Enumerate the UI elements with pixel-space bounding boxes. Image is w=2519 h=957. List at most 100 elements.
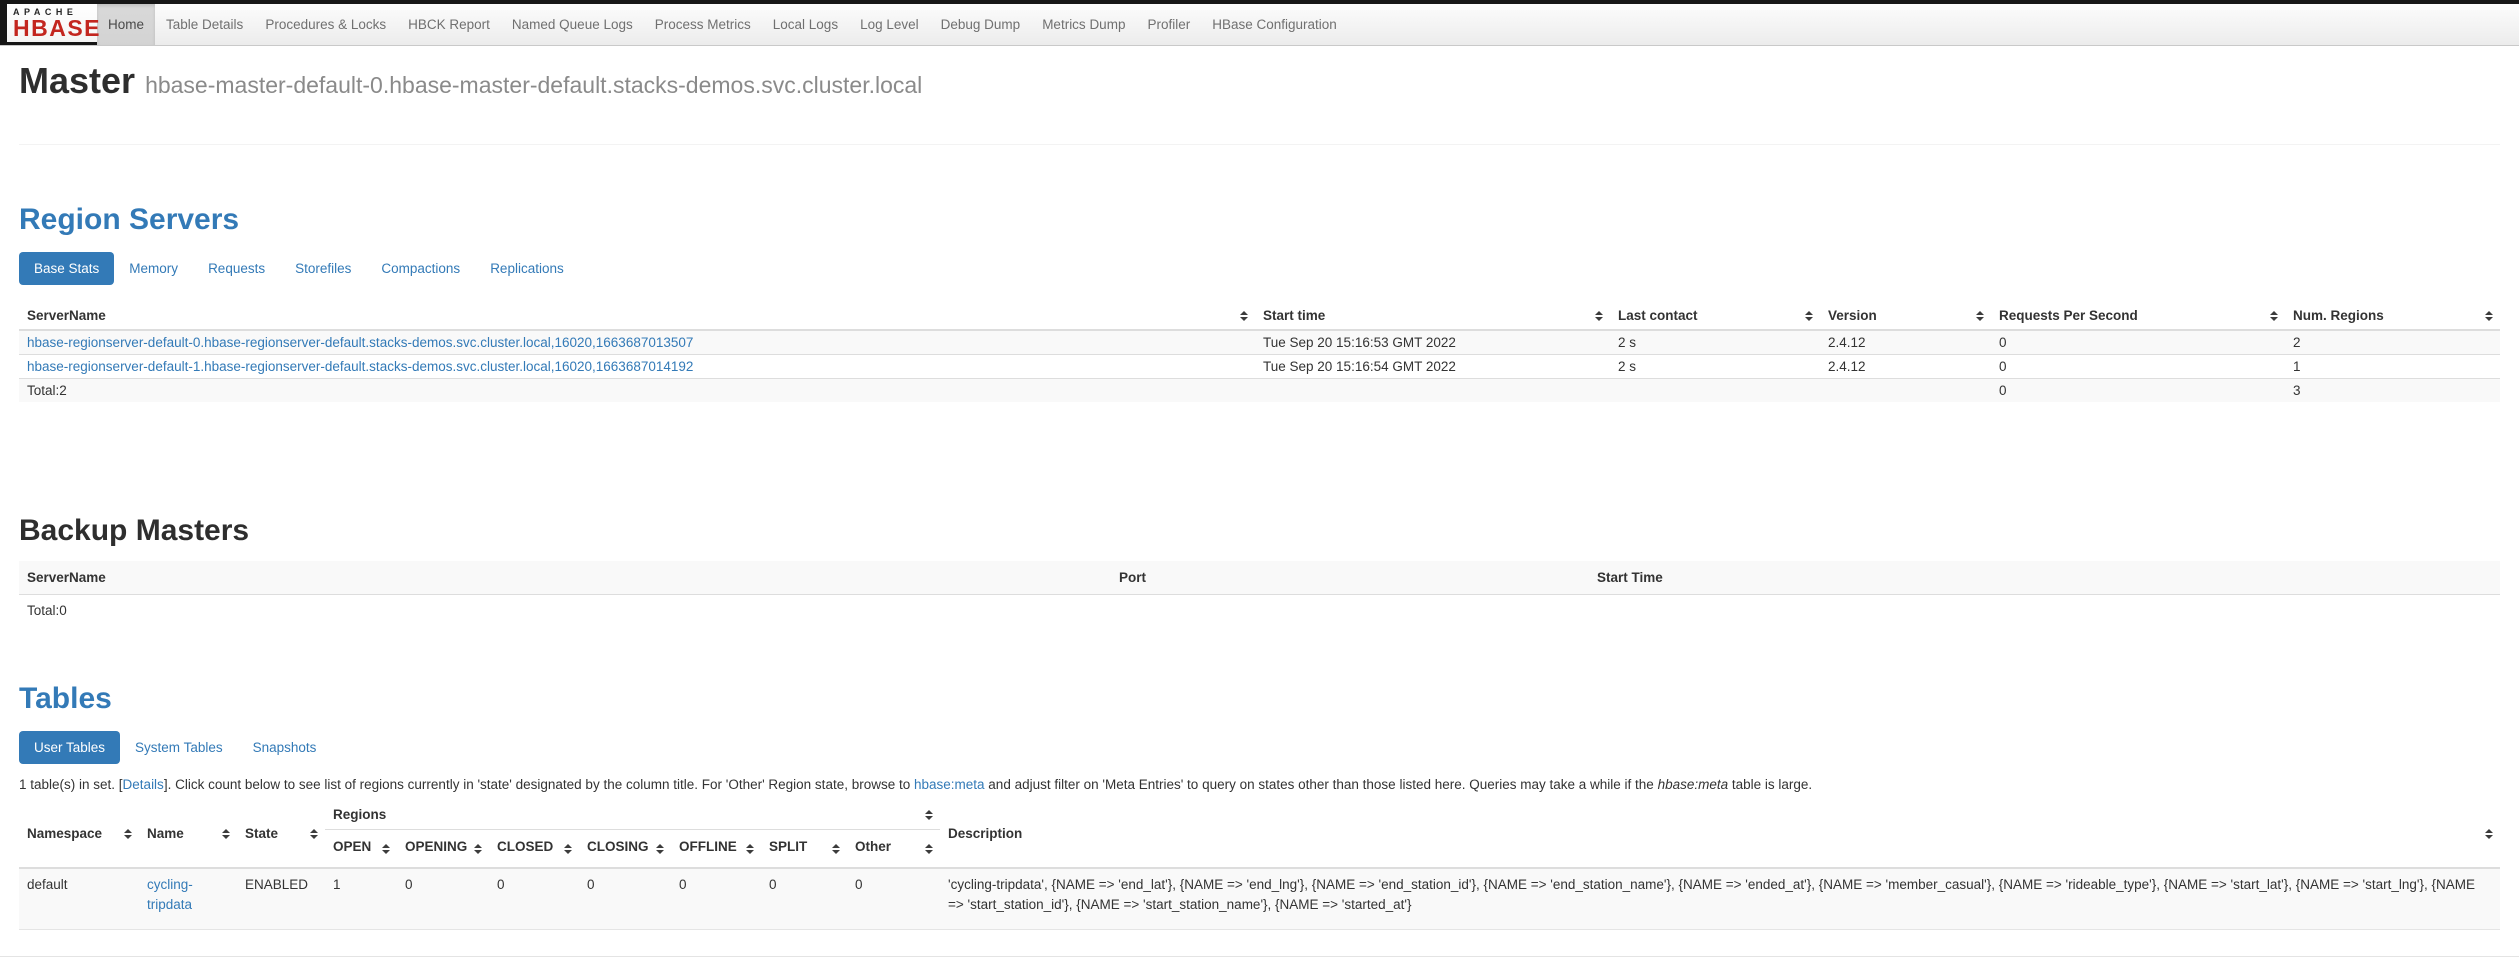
sort-icon[interactable] bbox=[1595, 311, 1603, 321]
total-row: Total:0 bbox=[19, 595, 2500, 627]
open-count[interactable]: 1 bbox=[325, 868, 397, 930]
col-last-contact[interactable]: Last contact bbox=[1610, 302, 1820, 330]
nav-home[interactable]: Home bbox=[97, 4, 155, 45]
page-title: Masterhbase-master-default-0.hbase-maste… bbox=[19, 60, 2500, 102]
tab-compactions[interactable]: Compactions bbox=[366, 252, 475, 285]
nav-log-level[interactable]: Log Level bbox=[849, 4, 930, 45]
sort-icon[interactable] bbox=[925, 810, 933, 820]
col-name[interactable]: Name bbox=[139, 800, 237, 868]
sort-icon[interactable] bbox=[1805, 311, 1813, 321]
tables-heading: Tables bbox=[19, 682, 2500, 716]
sort-icon[interactable] bbox=[310, 829, 318, 839]
col-open[interactable]: OPEN bbox=[325, 830, 397, 869]
col-start-time[interactable]: Start time bbox=[1255, 302, 1610, 330]
hbase-meta-italic: hbase:meta bbox=[1658, 777, 1729, 792]
col-description[interactable]: Description bbox=[940, 800, 2500, 868]
regionserver-link[interactable]: hbase-regionserver-default-1.hbase-regio… bbox=[27, 359, 693, 374]
nav-named-queue-logs[interactable]: Named Queue Logs bbox=[501, 4, 644, 45]
closing-count[interactable]: 0 bbox=[579, 868, 671, 930]
sort-icon[interactable] bbox=[382, 844, 390, 854]
other-count[interactable]: 0 bbox=[847, 868, 940, 930]
closed-count[interactable]: 0 bbox=[489, 868, 579, 930]
tab-user-tables[interactable]: User Tables bbox=[19, 731, 120, 764]
nav-local-logs[interactable]: Local Logs bbox=[762, 4, 849, 45]
col-regions-group[interactable]: Regions bbox=[325, 800, 940, 830]
sort-icon[interactable] bbox=[124, 829, 132, 839]
regionserver-link[interactable]: hbase-regionserver-default-0.hbase-regio… bbox=[27, 335, 693, 350]
col-requests-per-second[interactable]: Requests Per Second bbox=[1991, 302, 2285, 330]
tab-requests[interactable]: Requests bbox=[193, 252, 280, 285]
master-label: Master bbox=[19, 60, 135, 101]
col-servername[interactable]: ServerName bbox=[19, 302, 1255, 330]
sort-icon[interactable] bbox=[2485, 311, 2493, 321]
version-cell: 2.4.12 bbox=[1820, 330, 1991, 355]
rps-cell: 0 bbox=[1991, 330, 2285, 355]
col-version[interactable]: Version bbox=[1820, 302, 1991, 330]
total-label: Total:2 bbox=[19, 379, 1255, 403]
regionserver-row: hbase-regionserver-default-1.hbase-regio… bbox=[19, 355, 2500, 379]
hbase-meta-link[interactable]: hbase:meta bbox=[914, 777, 985, 792]
backup-masters-header-row: ServerName Port Start Time bbox=[19, 561, 2500, 595]
nav-table-details[interactable]: Table Details bbox=[155, 4, 254, 45]
sort-icon[interactable] bbox=[564, 844, 572, 854]
num-regions-cell: 2 bbox=[2285, 330, 2500, 355]
sort-icon[interactable] bbox=[1976, 311, 1984, 321]
col-offline[interactable]: OFFLINE bbox=[671, 830, 761, 869]
backup-masters-table: ServerName Port Start Time Total:0 bbox=[19, 561, 2500, 626]
logo-hbase-text: HBASE bbox=[13, 18, 91, 39]
nav-hbck-report[interactable]: HBCK Report bbox=[397, 4, 501, 45]
nav-metrics-dump[interactable]: Metrics Dump bbox=[1031, 4, 1136, 45]
col-closing[interactable]: CLOSING bbox=[579, 830, 671, 869]
region-servers-tabs: Base Stats Memory Requests Storefiles Co… bbox=[19, 252, 2500, 285]
nav-debug-dump[interactable]: Debug Dump bbox=[930, 4, 1032, 45]
total-rps: 0 bbox=[1991, 379, 2285, 403]
sort-icon[interactable] bbox=[2485, 829, 2493, 839]
sort-icon[interactable] bbox=[746, 844, 754, 854]
col-opening[interactable]: OPENING bbox=[397, 830, 489, 869]
sort-icon[interactable] bbox=[2270, 311, 2278, 321]
tab-memory[interactable]: Memory bbox=[114, 252, 193, 285]
tab-storefiles[interactable]: Storefiles bbox=[280, 252, 366, 285]
last-contact-cell: 2 s bbox=[1610, 330, 1820, 355]
sort-icon[interactable] bbox=[474, 844, 482, 854]
col-split[interactable]: SPLIT bbox=[761, 830, 847, 869]
col-backup-servername: ServerName bbox=[19, 561, 1111, 595]
hbase-logo[interactable]: APACHE HBASE bbox=[0, 4, 97, 45]
rps-cell: 0 bbox=[1991, 355, 2285, 379]
sort-icon[interactable] bbox=[1240, 311, 1248, 321]
version-cell: 2.4.12 bbox=[1820, 355, 1991, 379]
sort-icon[interactable] bbox=[656, 844, 664, 854]
total-label: Total:0 bbox=[19, 595, 1111, 627]
nav-process-metrics[interactable]: Process Metrics bbox=[644, 4, 762, 45]
nav-profiler[interactable]: Profiler bbox=[1136, 4, 1201, 45]
col-state[interactable]: State bbox=[237, 800, 325, 868]
col-backup-start-time: Start Time bbox=[1589, 561, 2500, 595]
table-link[interactable]: cycling-tripdata bbox=[147, 877, 193, 912]
sort-icon[interactable] bbox=[222, 829, 230, 839]
tables-note: 1 table(s) in set. [Details]. Click coun… bbox=[19, 775, 2500, 794]
nav-procedures-locks[interactable]: Procedures & Locks bbox=[254, 4, 397, 45]
sort-icon[interactable] bbox=[925, 844, 933, 854]
tab-replications[interactable]: Replications bbox=[475, 252, 579, 285]
user-tables-table: Namespace Name State Regions Description… bbox=[19, 800, 2500, 930]
description-cell: 'cycling-tripdata', {NAME => 'end_lat'},… bbox=[940, 868, 2500, 930]
sort-icon[interactable] bbox=[832, 844, 840, 854]
tab-base-stats[interactable]: Base Stats bbox=[19, 252, 114, 285]
col-closed[interactable]: CLOSED bbox=[489, 830, 579, 869]
namespace-cell: default bbox=[19, 868, 139, 930]
tab-system-tables[interactable]: System Tables bbox=[120, 731, 238, 764]
last-contact-cell: 2 s bbox=[1610, 355, 1820, 379]
details-link[interactable]: Details bbox=[123, 777, 164, 792]
nav-hbase-configuration[interactable]: HBase Configuration bbox=[1201, 4, 1348, 45]
tab-snapshots[interactable]: Snapshots bbox=[238, 731, 332, 764]
split-count[interactable]: 0 bbox=[761, 868, 847, 930]
num-regions-cell: 1 bbox=[2285, 355, 2500, 379]
col-other[interactable]: Other bbox=[847, 830, 940, 869]
offline-count[interactable]: 0 bbox=[671, 868, 761, 930]
backup-masters-heading: Backup Masters bbox=[19, 514, 2500, 548]
opening-count[interactable]: 0 bbox=[397, 868, 489, 930]
start-time-cell: Tue Sep 20 15:16:53 GMT 2022 bbox=[1255, 330, 1610, 355]
col-backup-port: Port bbox=[1111, 561, 1589, 595]
col-num-regions[interactable]: Num. Regions bbox=[2285, 302, 2500, 330]
col-namespace[interactable]: Namespace bbox=[19, 800, 139, 868]
